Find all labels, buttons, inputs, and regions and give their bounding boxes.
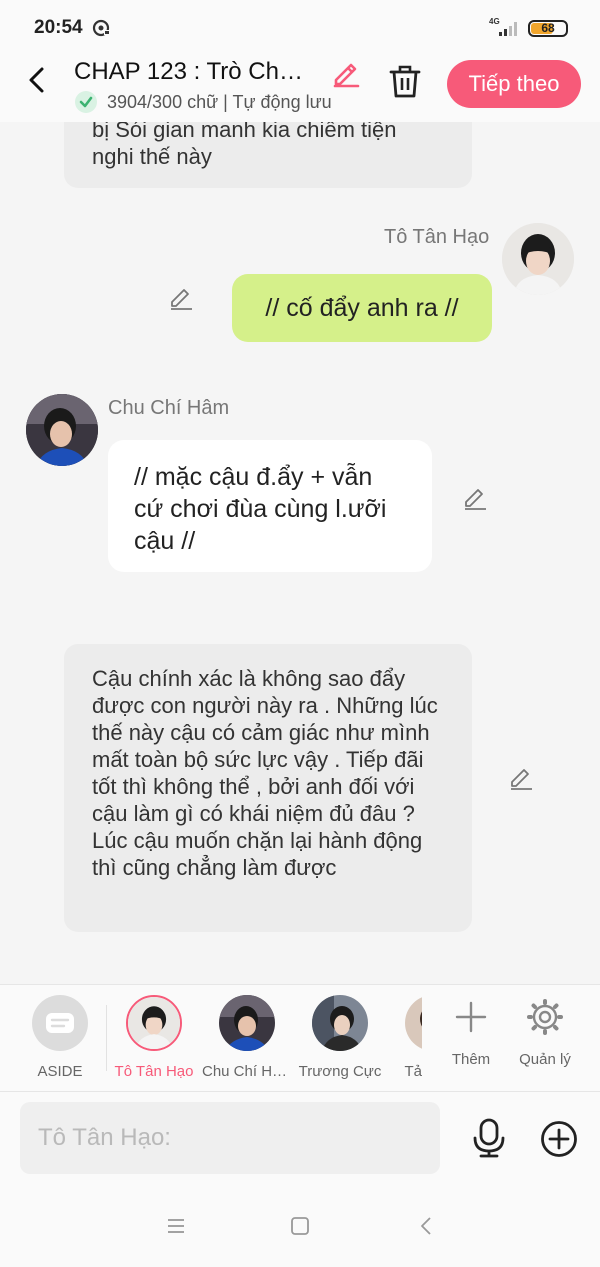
character-name: Tả (404, 1063, 422, 1080)
chat-area[interactable]: bị Sói gian manh kia chiếm tiện nghi thế… (0, 122, 600, 984)
message-text: // mặc cậu đ.ẩy + vẫn cứ chơi đùa cùng l… (134, 463, 387, 555)
pencil-icon[interactable] (331, 58, 361, 88)
aside-label: ASIDE (37, 1063, 83, 1080)
speaker-name: Tô Tân Hạo (384, 226, 490, 248)
pencil-icon[interactable] (462, 484, 488, 510)
character-name: Chu Chí Hâm (202, 1063, 292, 1080)
character-option[interactable]: Trương Cực (295, 995, 385, 1087)
back-triangle-icon[interactable] (414, 1214, 438, 1238)
character-avatar (312, 995, 368, 1051)
avatar-truong-cuc-image (312, 995, 368, 1051)
battery-percent: 68 (541, 21, 555, 35)
next-button[interactable]: Tiếp theo (447, 60, 581, 108)
character-option[interactable]: Chu Chí Hâm (202, 995, 292, 1087)
home-square-icon[interactable] (288, 1214, 312, 1238)
character-name: Trương Cực (298, 1063, 382, 1080)
message-bubble-left[interactable]: // mặc cậu đ.ẩy + vẫn cứ chơi đùa cùng l… (108, 440, 432, 572)
battery-indicator: 68 (528, 20, 568, 37)
divider (106, 1005, 107, 1071)
speaker-name: Chu Chí Hâm (108, 397, 230, 419)
character-avatar (126, 995, 182, 1051)
character-avatar (219, 995, 275, 1051)
narration-text: Cậu chính xác là không sao đẩy được con … (92, 666, 438, 880)
check-icon (75, 91, 97, 113)
avatar-chu-chi-ham-image (26, 394, 98, 466)
character-avatar (405, 995, 422, 1051)
avatar-ta-image (405, 995, 422, 1051)
add-label: Thêm (451, 1051, 491, 1068)
character-option[interactable]: Tô Tân Hạo (109, 995, 199, 1087)
pencil-icon[interactable] (508, 764, 534, 790)
message-input[interactable] (20, 1102, 440, 1174)
add-character-button[interactable]: Thêm (436, 997, 506, 1077)
avatar-to-tan-hao-image (502, 223, 574, 295)
back-icon[interactable] (24, 66, 52, 94)
editor-header: CHAP 123 : Trò Chơi Không Lối Thoát 3904… (0, 56, 600, 122)
avatar-chu-chi-ham-image (219, 995, 275, 1051)
avatar[interactable] (26, 394, 98, 466)
avatar-to-tan-hao-image (128, 997, 180, 1049)
plus-circle-icon[interactable] (540, 1120, 578, 1158)
aside-circle (32, 995, 88, 1051)
status-time: 20:54 (34, 17, 83, 38)
plus-icon (455, 1001, 487, 1033)
message-bubble-right[interactable]: // cố đẩy anh ra // (232, 274, 492, 342)
word-count-autosave: 3904/300 chữ | Tự động lưu (107, 92, 332, 112)
status-bar: 20:54 4G 68 (0, 0, 600, 56)
character-name: Tô Tân Hạo (114, 1063, 194, 1080)
narration-bubble[interactable]: bị Sói gian manh kia chiếm tiện nghi thế… (64, 122, 472, 188)
chat-bubble-icon (46, 1013, 74, 1033)
aside-option[interactable]: ASIDE (15, 995, 105, 1087)
narration-text: bị Sói gian manh kia chiếm tiện nghi thế… (92, 122, 397, 169)
trash-icon[interactable] (388, 64, 422, 100)
input-bar (0, 1092, 600, 1188)
manage-label: Quản lý (519, 1051, 571, 1068)
signal-icon (499, 22, 517, 36)
gear-icon (527, 999, 563, 1035)
character-selector: ASIDE Tô Tân Hạo Chu Chí Hâm Trương Cực … (0, 984, 600, 1092)
menu-icon[interactable] (164, 1214, 188, 1238)
system-nav-bar (0, 1188, 600, 1267)
character-option[interactable]: Tả (388, 995, 422, 1087)
chapter-title[interactable]: CHAP 123 : Trò Chơi Không Lối Thoát (74, 58, 316, 86)
avatar[interactable] (502, 223, 574, 295)
screen-record-icon (92, 19, 110, 37)
mic-icon[interactable] (472, 1118, 506, 1158)
narration-bubble[interactable]: Cậu chính xác là không sao đẩy được con … (64, 644, 472, 932)
manage-button[interactable]: Quản lý (510, 997, 580, 1077)
message-text: // cố đẩy anh ra // (265, 294, 459, 322)
pencil-icon[interactable] (168, 284, 194, 310)
